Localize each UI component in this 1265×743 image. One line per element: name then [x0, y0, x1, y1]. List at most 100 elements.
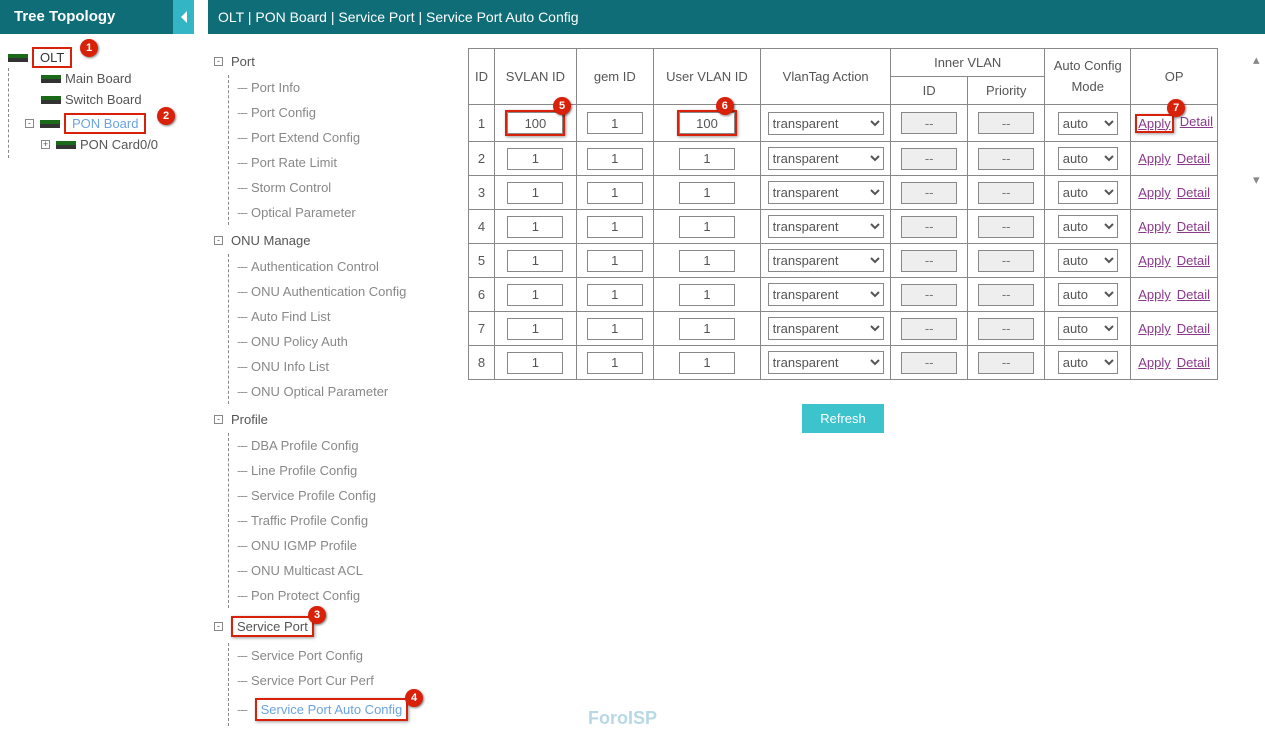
auto-config-mode-select[interactable]: auto — [1058, 112, 1118, 135]
nav-onu-optical-parameter[interactable]: ONU Optical Parameter — [251, 384, 388, 399]
auto-config-mode-select[interactable]: auto — [1058, 283, 1118, 306]
nav-storm-control[interactable]: Storm Control — [251, 180, 331, 195]
auto-config-mode-select[interactable]: auto — [1058, 215, 1118, 238]
refresh-button[interactable]: Refresh — [802, 404, 884, 433]
nav-onu-igmp-profile[interactable]: ONU IGMP Profile — [251, 538, 357, 553]
vlantag-action-select[interactable]: transparent — [768, 215, 884, 238]
section-toggle-service-port[interactable]: - — [214, 622, 223, 631]
user-vlan-id-input[interactable] — [679, 318, 735, 340]
vlantag-action-select[interactable]: transparent — [768, 147, 884, 170]
nav-line-profile-config[interactable]: Line Profile Config — [251, 463, 357, 478]
inner-vlan-priority-input — [978, 352, 1034, 374]
tree-expand-pon-card[interactable]: + — [41, 140, 50, 149]
auto-config-mode-select[interactable]: auto — [1058, 317, 1118, 340]
vlantag-action-select[interactable]: transparent — [768, 249, 884, 272]
user-vlan-id-input[interactable] — [679, 250, 735, 272]
user-vlan-id-input[interactable] — [679, 352, 735, 374]
gem-id-input[interactable] — [587, 318, 643, 340]
tree-item-olt[interactable]: OLT — [32, 47, 72, 68]
vlantag-action-select[interactable]: transparent — [768, 283, 884, 306]
nav-onu-multicast-acl[interactable]: ONU Multicast ACL — [251, 563, 363, 578]
svlan-id-input[interactable] — [507, 216, 563, 238]
svlan-id-input[interactable] — [507, 284, 563, 306]
gem-id-input[interactable] — [587, 182, 643, 204]
auto-config-mode-select[interactable]: auto — [1058, 351, 1118, 374]
section-title-onu[interactable]: ONU Manage — [231, 233, 310, 248]
th-gem-id: gem ID — [576, 49, 653, 105]
detail-link[interactable]: Detail — [1180, 114, 1213, 133]
apply-link[interactable]: Apply — [1138, 355, 1171, 370]
apply-link[interactable]: Apply — [1138, 287, 1171, 302]
tree-item-main-board[interactable]: Main Board — [65, 71, 131, 86]
detail-link[interactable]: Detail — [1177, 185, 1210, 200]
nav-port-config[interactable]: Port Config — [251, 105, 316, 120]
svlan-id-input[interactable] — [507, 318, 563, 340]
nav-onu-auth-config[interactable]: ONU Authentication Config — [251, 284, 406, 299]
svlan-id-input[interactable] — [507, 182, 563, 204]
nav-onu-info-list[interactable]: ONU Info List — [251, 359, 329, 374]
section-title-service-port[interactable]: Service Port — [237, 619, 308, 634]
nav-port-extend-config[interactable]: Port Extend Config — [251, 130, 360, 145]
svlan-id-input[interactable] — [507, 112, 563, 134]
section-toggle-port[interactable]: - — [214, 57, 223, 66]
svlan-id-input[interactable] — [507, 148, 563, 170]
detail-link[interactable]: Detail — [1177, 219, 1210, 234]
apply-link[interactable]: Apply — [1138, 321, 1171, 336]
scroll-up-icon[interactable]: ▴ — [1253, 52, 1263, 68]
apply-link[interactable]: Apply — [1138, 253, 1171, 268]
svlan-id-input[interactable] — [507, 352, 563, 374]
section-toggle-onu[interactable]: - — [214, 236, 223, 245]
detail-link[interactable]: Detail — [1177, 287, 1210, 302]
nav-service-port-config[interactable]: Service Port Config — [251, 648, 363, 663]
nav-port-rate-limit[interactable]: Port Rate Limit — [251, 155, 337, 170]
auto-config-mode-select[interactable]: auto — [1058, 181, 1118, 204]
nav-service-port-cur-perf[interactable]: Service Port Cur Perf — [251, 673, 374, 688]
tree-item-switch-board[interactable]: Switch Board — [65, 92, 142, 107]
collapse-sidebar-button[interactable] — [173, 0, 194, 34]
vlantag-action-select[interactable]: transparent — [768, 317, 884, 340]
gem-id-input[interactable] — [587, 352, 643, 374]
svlan-id-input[interactable] — [507, 250, 563, 272]
detail-link[interactable]: Detail — [1177, 253, 1210, 268]
apply-link[interactable]: Apply — [1138, 151, 1171, 166]
nav-service-port-auto-config[interactable]: Service Port Auto Config — [261, 702, 403, 717]
gem-id-input[interactable] — [587, 112, 643, 134]
detail-link[interactable]: Detail — [1177, 321, 1210, 336]
user-vlan-id-input[interactable] — [679, 182, 735, 204]
auto-config-mode-select[interactable]: auto — [1058, 147, 1118, 170]
nav-dba-profile-config[interactable]: DBA Profile Config — [251, 438, 359, 453]
tree-item-pon-board[interactable]: PON Board — [64, 113, 146, 134]
tree-item-pon-card[interactable]: PON Card0/0 — [80, 137, 158, 152]
tree-collapse-pon-board[interactable]: - — [25, 119, 34, 128]
gem-id-input[interactable] — [587, 250, 643, 272]
detail-link[interactable]: Detail — [1177, 151, 1210, 166]
detail-link[interactable]: Detail — [1177, 355, 1210, 370]
section-title-profile[interactable]: Profile — [231, 412, 268, 427]
nav-traffic-profile-config[interactable]: Traffic Profile Config — [251, 513, 368, 528]
auto-config-mode-select[interactable]: auto — [1058, 249, 1118, 272]
nav-auto-find-list[interactable]: Auto Find List — [251, 309, 331, 324]
apply-link[interactable]: Apply — [1138, 116, 1171, 131]
gem-id-input[interactable] — [587, 216, 643, 238]
user-vlan-id-input[interactable] — [679, 216, 735, 238]
nav-port-info[interactable]: Port Info — [251, 80, 300, 95]
gem-id-input[interactable] — [587, 148, 643, 170]
vlantag-action-select[interactable]: transparent — [768, 351, 884, 374]
scroll-down-icon[interactable]: ▾ — [1253, 172, 1263, 188]
vlantag-action-select[interactable]: transparent — [768, 112, 884, 135]
nav-onu-policy-auth[interactable]: ONU Policy Auth — [251, 334, 348, 349]
cell-id: 7 — [469, 312, 495, 346]
nav-pon-protect-config[interactable]: Pon Protect Config — [251, 588, 360, 603]
gem-id-input[interactable] — [587, 284, 643, 306]
user-vlan-id-input[interactable] — [679, 112, 735, 134]
apply-link[interactable]: Apply — [1138, 185, 1171, 200]
nav-auth-control[interactable]: Authentication Control — [251, 259, 379, 274]
user-vlan-id-input[interactable] — [679, 284, 735, 306]
user-vlan-id-input[interactable] — [679, 148, 735, 170]
section-title-port[interactable]: Port — [231, 54, 255, 69]
section-toggle-profile[interactable]: - — [214, 415, 223, 424]
nav-service-profile-config[interactable]: Service Profile Config — [251, 488, 376, 503]
apply-link[interactable]: Apply — [1138, 219, 1171, 234]
vlantag-action-select[interactable]: transparent — [768, 181, 884, 204]
nav-optical-parameter[interactable]: Optical Parameter — [251, 205, 356, 220]
